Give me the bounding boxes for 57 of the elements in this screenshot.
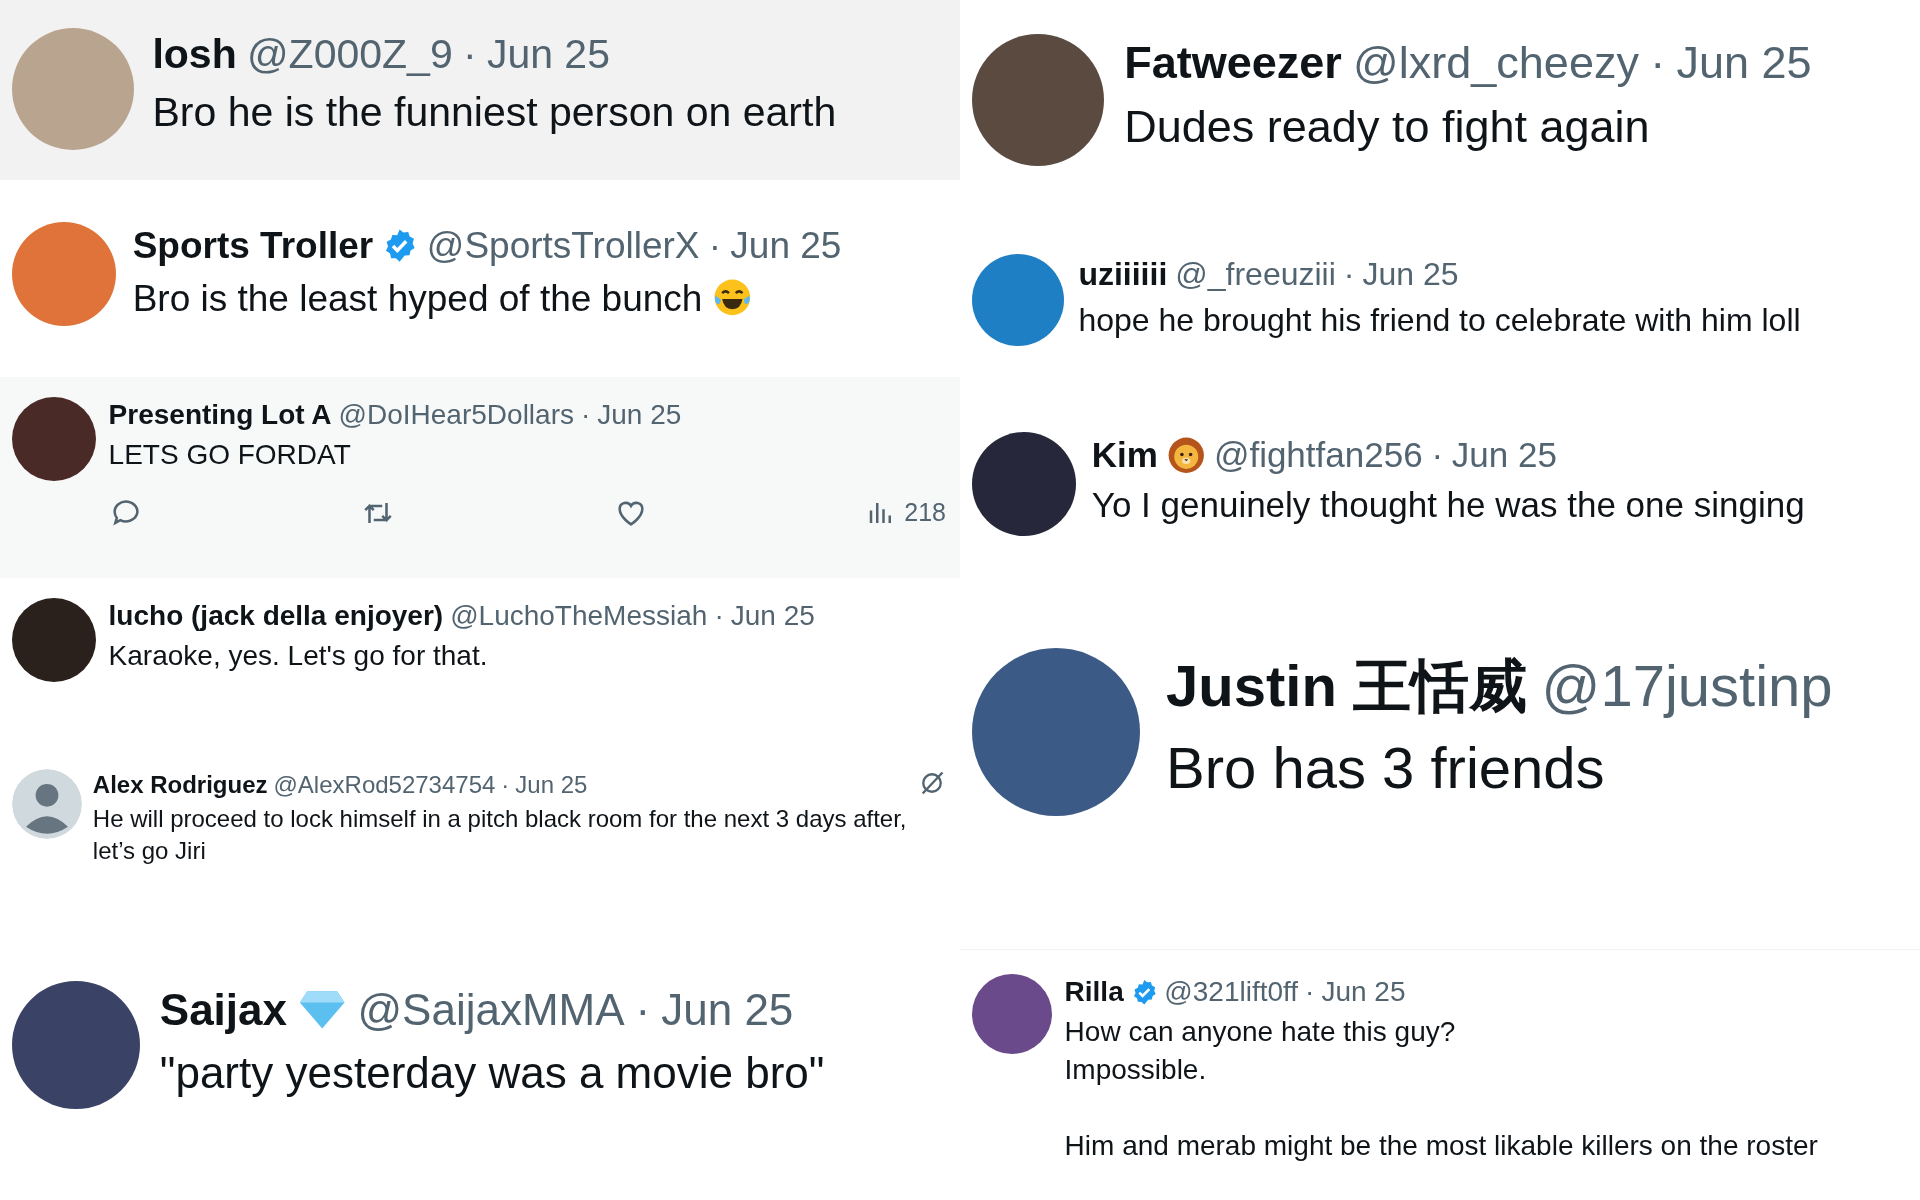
user-name[interactable]: losh: [152, 28, 237, 82]
user-handle[interactable]: @fightfan256: [1213, 432, 1423, 478]
separator-dot: ·: [714, 599, 724, 633]
post-date[interactable]: Jun 25: [1676, 34, 1812, 93]
user-handle[interactable]: @Z000Z_9: [247, 28, 453, 82]
separator-dot: ·: [1431, 434, 1444, 476]
user-handle[interactable]: @AlexRod52734754: [273, 769, 496, 801]
separator-dot: ·: [635, 984, 651, 1036]
tweet-text: How can anyone hate this guy? Impossible. Him and merab might be the most likable killers on the roster: [1064, 1015, 1818, 1163]
diamond-icon: [298, 988, 347, 1031]
user-name[interactable]: lucho (jack della enjoyer): [108, 598, 444, 635]
tweet-text: Dudes ready to fight again: [1124, 100, 1650, 154]
tweet-text: Bro has 3 friends: [1166, 734, 1605, 803]
user-handle[interactable]: @DoIHear5Dollars: [338, 397, 574, 434]
tweet-text: hope he brought his friend to celebrate with him loll: [1078, 300, 1801, 340]
separator-dot: ·: [462, 30, 477, 79]
post-date[interactable]: Jun 25: [1451, 432, 1557, 478]
post-date[interactable]: Jun 25: [661, 981, 794, 1039]
user-name[interactable]: Fatweezer: [1124, 34, 1342, 93]
post-date[interactable]: Jun 25: [730, 598, 815, 635]
tweet-text: LETS GO FORDAT: [108, 438, 351, 473]
user-name[interactable]: Alex Rodriguez: [92, 769, 268, 801]
tweet-text: He will proceed to lock himself in a pitch black room for the next 3 days after, let’s go Jiri: [92, 803, 908, 866]
user-handle[interactable]: @SaijaxMMA: [357, 981, 625, 1039]
user-name[interactable]: Sports Troller: [132, 222, 374, 271]
view-count: 218: [904, 498, 946, 528]
post-date[interactable]: Jun 25: [1321, 974, 1406, 1011]
tweet-text: "party yesterday was a movie bro": [159, 1046, 825, 1099]
user-handle[interactable]: @321lift0ff: [1164, 974, 1299, 1011]
post-date[interactable]: Jun 25: [1362, 254, 1459, 296]
separator-dot: ·: [708, 224, 722, 268]
separator-dot: ·: [1650, 36, 1666, 90]
user-name[interactable]: Rilla: [1064, 974, 1124, 1011]
user-handle[interactable]: @17justinp: [1541, 648, 1833, 724]
user-name[interactable]: Presenting Lot A: [108, 397, 332, 434]
user-handle[interactable]: @lxrd_cheezy: [1353, 34, 1639, 93]
tweet-text: Bro is the least hyped of the bunch: [132, 276, 703, 321]
user-name[interactable]: Justin 王恬威: [1166, 648, 1527, 724]
post-date[interactable]: Jun 25: [515, 769, 588, 801]
tweet-text: Karaoke, yes. Let's go for that.: [108, 639, 488, 674]
user-handle[interactable]: @LuchoTheMessiah: [450, 598, 708, 635]
default-avatar-icon: [12, 769, 82, 839]
post-date[interactable]: Jun 25: [486, 28, 610, 82]
separator-dot: ·: [501, 770, 510, 800]
user-name[interactable]: Kim: [1091, 432, 1158, 478]
user-name[interactable]: uziiiiii: [1078, 254, 1168, 296]
user-handle[interactable]: @_freeuziii: [1175, 254, 1336, 296]
lion-face-icon: [1166, 435, 1206, 474]
user-handle[interactable]: @SportsTrollerX: [426, 222, 700, 271]
post-date[interactable]: Jun 25: [730, 222, 842, 271]
separator-dot: ·: [1305, 975, 1315, 1009]
separator-dot: ·: [580, 398, 591, 432]
tweet-text: Yo I genuinely thought he was the one singing: [1091, 484, 1805, 526]
separator-dot: ·: [1343, 255, 1355, 294]
tweet-text: Bro he is the funniest person on earth: [152, 88, 837, 138]
post-date[interactable]: Jun 25: [597, 397, 682, 434]
user-name[interactable]: Saijax: [159, 981, 287, 1039]
